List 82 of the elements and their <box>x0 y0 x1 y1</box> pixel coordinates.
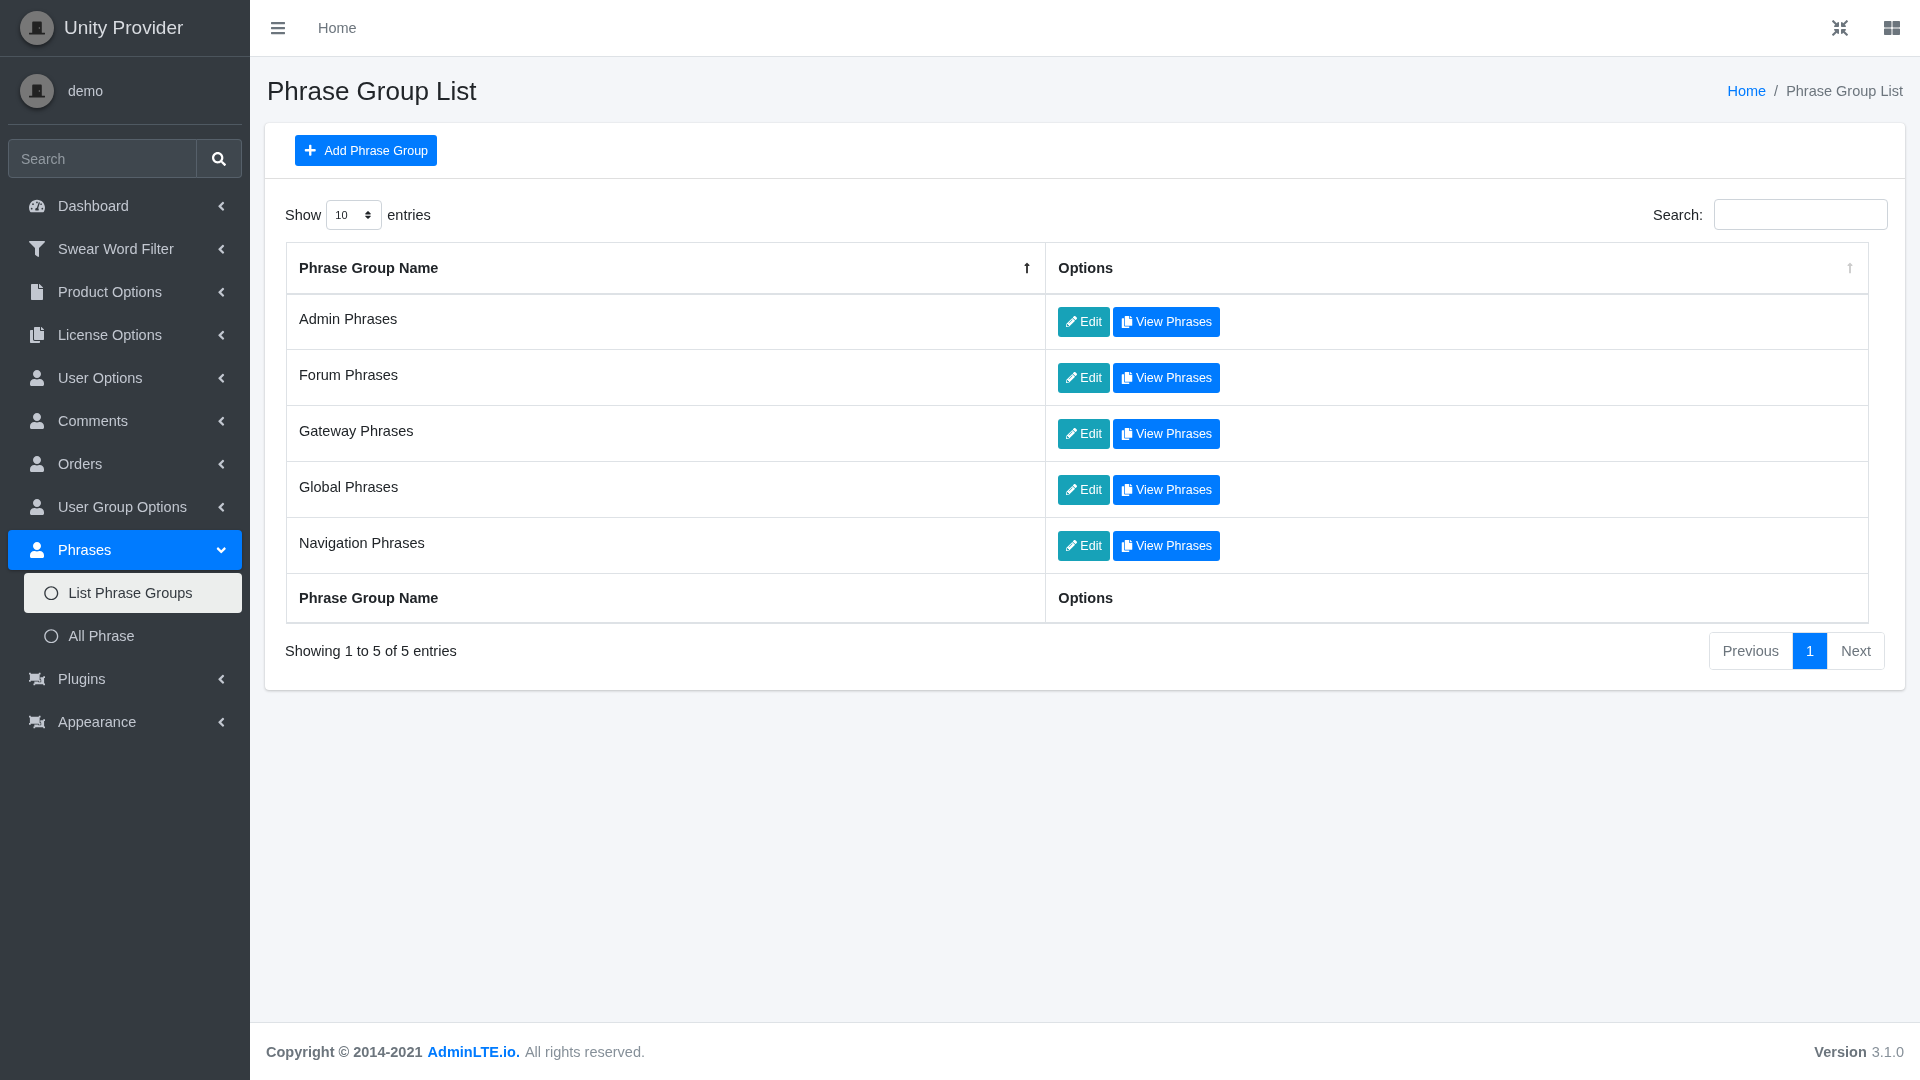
grid-icon <box>1884 20 1900 36</box>
table-cell: Navigation Phrases <box>299 534 425 551</box>
sidebar-item[interactable]: Plugins <box>8 659 242 699</box>
filter-icon <box>27 241 47 257</box>
view-button[interactable]: View Phrases <box>1112 530 1221 561</box>
user-icon <box>27 370 47 386</box>
copy-icon <box>1120 539 1133 552</box>
sidebar-subitem[interactable]: All Phrase <box>24 616 242 656</box>
search-field[interactable] <box>1714 199 1888 230</box>
page-link[interactable]: 1 <box>1792 632 1828 669</box>
entries-label: entries <box>387 206 431 223</box>
column-header[interactable]: Options <box>1058 259 1114 276</box>
sidebar-subitem[interactable]: List Phrase Groups <box>24 573 242 613</box>
edit-button[interactable]: Edit <box>1058 418 1110 449</box>
pencil-icon <box>1066 428 1078 439</box>
pencil-icon <box>1066 372 1078 383</box>
brand-title[interactable]: Unity Provider <box>64 17 184 39</box>
edit-button[interactable]: Edit <box>1058 306 1110 337</box>
sidebar-item[interactable]: Comments <box>8 401 242 441</box>
breadcrumb-item[interactable]: Phrase Group List <box>1786 83 1903 99</box>
table-info: Showing 1 to 5 of 5 entries <box>285 642 457 659</box>
view-button[interactable]: View Phrases <box>1112 362 1221 393</box>
table-cell: Gateway Phrases <box>299 422 414 439</box>
user-icon <box>27 413 47 429</box>
nav-link[interactable]: Home <box>318 20 357 36</box>
frame-icon <box>27 671 47 687</box>
column-header[interactable]: Phrase Group Name <box>299 259 439 276</box>
logo-icon <box>20 11 54 45</box>
breadcrumb-separator: / <box>1774 83 1779 99</box>
page-size-select[interactable]: 10 <box>326 199 383 230</box>
page-title: Phrase Group List <box>267 75 477 107</box>
plus-icon <box>304 144 317 157</box>
view-button[interactable]: View Phrases <box>1112 306 1221 337</box>
sidebar-item[interactable]: Swear Word Filter <box>8 229 242 269</box>
copyright-text: Copyright © 2014-2021 <box>266 1043 423 1060</box>
footer-link[interactable]: AdminLTE.io. <box>427 1043 520 1060</box>
frame-icon <box>27 714 47 730</box>
column-footer: Options <box>1058 589 1114 606</box>
sidebar-item[interactable]: Dashboard <box>8 186 242 226</box>
table-cell: Forum Phrases <box>299 366 399 383</box>
view-button[interactable]: View Phrases <box>1112 418 1221 449</box>
gauge-icon <box>27 198 47 214</box>
sidebar-item[interactable]: Appearance <box>8 702 242 742</box>
copy-icon <box>1120 315 1133 328</box>
copy-icon <box>1120 371 1133 384</box>
search-label: Search: <box>1653 206 1703 223</box>
column-footer: Phrase Group Name <box>299 589 439 606</box>
sidebar-item[interactable]: License Options <box>8 315 242 355</box>
rights-text: All rights reserved. <box>524 1043 645 1060</box>
show-label: Show <box>285 206 322 223</box>
view-button[interactable]: View Phrases <box>1112 474 1221 505</box>
sidebar-search-field[interactable]: Search <box>8 139 197 178</box>
sidebar-item[interactable]: Product Options <box>8 272 242 312</box>
table-cell: Global Phrases <box>299 478 399 495</box>
sidebar-item[interactable]: User Options <box>8 358 242 398</box>
version-number: 3.1.0 <box>1871 1043 1904 1060</box>
user-icon <box>27 542 47 558</box>
breadcrumb-item[interactable]: Home <box>1727 83 1767 99</box>
search-button[interactable] <box>197 139 242 178</box>
search-icon <box>212 151 226 166</box>
sidebar-item[interactable]: User Group Options <box>8 487 242 527</box>
copy-icon <box>1120 427 1133 440</box>
add-button[interactable]: Add Phrase Group <box>295 135 438 166</box>
sort-icon <box>363 209 374 220</box>
user-icon <box>27 456 47 472</box>
version-label: Version <box>1814 1043 1867 1060</box>
user-icon <box>27 499 47 515</box>
pencil-icon <box>1066 316 1078 328</box>
menu-icon <box>270 20 286 36</box>
user-name[interactable]: demo <box>68 82 104 99</box>
edit-button[interactable]: Edit <box>1058 474 1110 505</box>
copy-icon <box>27 327 47 343</box>
edit-button[interactable]: Edit <box>1058 530 1110 561</box>
table-cell: Admin Phrases <box>299 310 398 327</box>
compress-icon <box>1832 20 1848 36</box>
sidebar-item[interactable]: Phrases <box>8 530 242 570</box>
copy-icon <box>1120 483 1133 496</box>
edit-button[interactable]: Edit <box>1058 362 1110 393</box>
avatar-icon <box>20 73 54 108</box>
sidebar-item[interactable]: Orders <box>8 444 242 484</box>
pencil-icon <box>1066 484 1078 495</box>
pencil-icon <box>1066 540 1078 551</box>
